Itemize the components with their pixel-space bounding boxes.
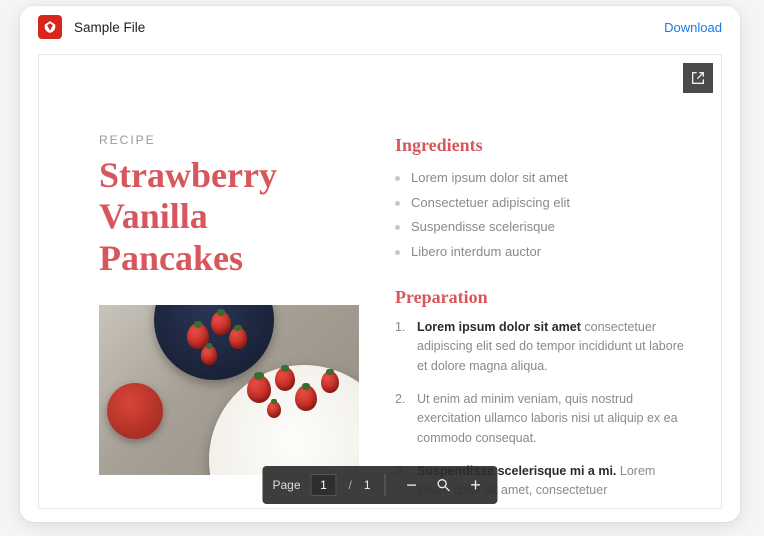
ingredients-list: Lorem ipsum dolor sit amet Consectetuer …	[395, 166, 685, 265]
step-bold: Lorem ipsum dolor sit amet	[417, 320, 581, 334]
ingredient-item: Consectetuer adipiscing elit	[395, 191, 685, 216]
magnifier-icon	[436, 477, 452, 493]
ingredients-heading: Ingredients	[395, 135, 685, 156]
download-link[interactable]: Download	[664, 20, 722, 35]
page-number-input[interactable]	[311, 474, 337, 496]
ingredient-item: Lorem ipsum dolor sit amet	[395, 166, 685, 191]
ingredient-item: Suspendisse scelerisque	[395, 215, 685, 240]
minus-icon: −	[406, 475, 417, 496]
ingredient-item: Libero interdum auctor	[395, 240, 685, 265]
left-column: RECIPE Strawberry Vanilla Pancakes	[99, 133, 359, 509]
preparation-step: Lorem ipsum dolor sit amet consectetuer …	[395, 318, 685, 376]
total-pages: 1	[364, 478, 371, 492]
recipe-overline: RECIPE	[99, 133, 359, 147]
zoom-in-button[interactable]: +	[464, 473, 488, 497]
page-label: Page	[272, 478, 300, 492]
file-name: Sample File	[74, 20, 664, 35]
pdf-toolbar: Page / 1 − +	[262, 466, 497, 504]
zoom-reset-button[interactable]	[432, 473, 456, 497]
viewer-card: Sample File Download RECIPE Strawberry V…	[20, 6, 740, 522]
document-page: RECIPE Strawberry Vanilla Pancakes	[39, 55, 721, 509]
plus-icon: +	[470, 475, 481, 496]
preparation-step: Ut enim ad minim veniam, quis nostrud ex…	[395, 390, 685, 448]
preparation-heading: Preparation	[395, 287, 685, 308]
recipe-photo	[99, 305, 359, 475]
right-column: Ingredients Lorem ipsum dolor sit amet C…	[395, 133, 685, 509]
pdf-viewer: RECIPE Strawberry Vanilla Pancakes	[38, 54, 722, 509]
page-separator: /	[345, 478, 356, 492]
recipe-title: Strawberry Vanilla Pancakes	[99, 155, 359, 279]
external-link-icon	[690, 70, 706, 86]
zoom-out-button[interactable]: −	[400, 473, 424, 497]
pdf-icon	[38, 15, 62, 39]
fullscreen-button[interactable]	[683, 63, 713, 93]
toolbar-divider	[385, 474, 386, 496]
header-bar: Sample File Download	[20, 6, 740, 48]
step-text: Ut enim ad minim veniam, quis nostrud ex…	[417, 392, 678, 445]
